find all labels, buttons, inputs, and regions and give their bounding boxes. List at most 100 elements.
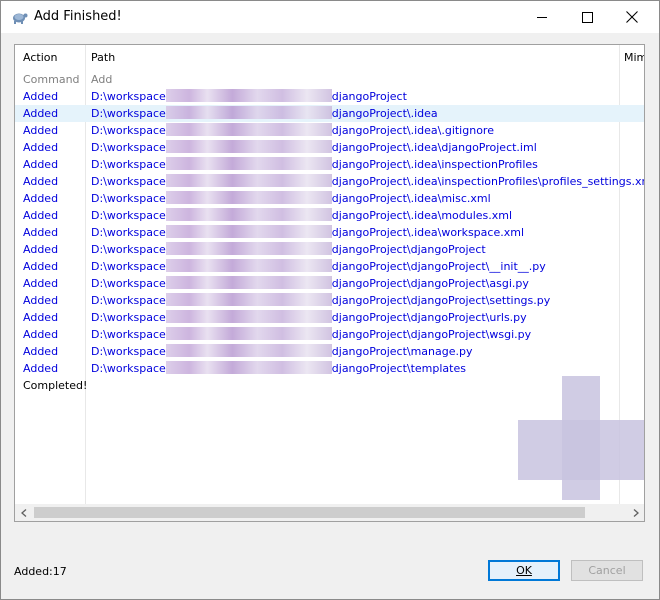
redacted-path-segment <box>165 191 332 204</box>
column-header-path[interactable]: Path <box>91 45 115 71</box>
path-cell: D:\workspace djangoProject\.idea\djangoPr… <box>91 140 537 155</box>
path-prefix: D:\workspace <box>91 243 166 256</box>
action-cell: Added <box>23 141 59 154</box>
list-row[interactable]: Added D:\workspace djangoProject\djangoPro… <box>15 326 644 343</box>
path-suffix: djangoProject\.idea\djangoProject.iml <box>331 141 537 154</box>
path-prefix: D:\workspace <box>91 107 166 120</box>
list-row[interactable]: Added D:\workspace djangoProject\.idea\.gi… <box>15 122 644 139</box>
path-suffix: djangoProject <box>331 90 407 103</box>
path-cell: D:\workspace djangoProject\djangoProject <box>91 242 486 257</box>
list-row[interactable]: Added D:\workspace djangoProject\.idea\wor… <box>15 224 644 241</box>
list-row[interactable]: Added D:\workspace djangoProject\djangoPro… <box>15 309 644 326</box>
action-cell: Added <box>23 277 59 290</box>
redacted-path-segment <box>165 89 332 102</box>
cancel-button[interactable]: Cancel <box>571 560 643 581</box>
list-row[interactable]: Added D:\workspace djangoProject\.idea\dja… <box>15 139 644 156</box>
path-prefix: Add <box>91 73 113 86</box>
action-cell: Added <box>23 209 59 222</box>
list-row[interactable]: Added D:\workspace djangoProject\.idea\ins… <box>15 173 644 190</box>
redacted-path-segment <box>165 157 332 170</box>
list-row[interactable]: Added D:\workspace djangoProject <box>15 88 644 105</box>
path-prefix: D:\workspace <box>91 158 166 171</box>
redacted-path-segment <box>165 174 332 187</box>
path-cell: D:\workspace djangoProject\djangoProject\… <box>91 327 531 342</box>
ok-button[interactable]: OK <box>488 560 560 581</box>
redacted-path-segment <box>165 310 332 323</box>
action-cell: Added <box>23 192 59 205</box>
path-cell: D:\workspace djangoProject\.idea\inspecti… <box>91 157 538 172</box>
column-header-mime[interactable]: Mime <box>624 45 644 71</box>
action-cell: Added <box>23 311 59 324</box>
list-row[interactable]: Added D:\workspace djangoProject\.idea\mod… <box>15 207 644 224</box>
action-cell: Command <box>23 73 80 86</box>
path-prefix: D:\workspace <box>91 277 166 290</box>
action-cell: Added <box>23 243 59 256</box>
path-suffix: djangoProject\.idea\inspectionProfiles <box>331 158 538 171</box>
maximize-button[interactable] <box>564 1 610 33</box>
minimize-button[interactable] <box>519 1 565 33</box>
close-button[interactable] <box>609 1 655 33</box>
list-row[interactable]: Added D:\workspace djangoProject\manage.py <box>15 343 644 360</box>
redacted-path-segment <box>165 344 332 357</box>
path-cell: D:\workspace djangoProject\.idea\misc.xml <box>91 191 491 206</box>
path-suffix: djangoProject\.idea\inspectionProfiles\p… <box>331 175 645 188</box>
path-cell: D:\workspace djangoProject\.idea <box>91 106 438 121</box>
path-suffix: djangoProject\.idea\workspace.xml <box>331 226 525 239</box>
list-row[interactable]: Added D:\workspace djangoProject\djangoPro… <box>15 258 644 275</box>
path-suffix: djangoProject\djangoProject\__init__.py <box>331 260 546 273</box>
path-suffix: djangoProject\djangoProject\settings.py <box>331 294 551 307</box>
path-suffix: djangoProject\manage.py <box>331 345 473 358</box>
list-row[interactable]: Added D:\workspace djangoProject\.idea <box>15 105 644 122</box>
list-row[interactable]: Added D:\workspace djangoProject\djangoPro… <box>15 292 644 309</box>
path-suffix: djangoProject\djangoProject\urls.py <box>331 311 527 324</box>
list-row[interactable]: Completed! <box>15 377 644 394</box>
path-prefix: D:\workspace <box>91 209 166 222</box>
action-cell: Added <box>23 345 59 358</box>
list-row[interactable]: Added D:\workspace djangoProject\.idea\ins… <box>15 156 644 173</box>
tortoise-app-icon <box>11 9 29 25</box>
redacted-path-segment <box>165 242 332 255</box>
path-suffix: djangoProject\.idea\misc.xml <box>331 192 491 205</box>
path-suffix: djangoProject\djangoProject\asgi.py <box>331 277 529 290</box>
add-finished-dialog: Add Finished! Action Path Mime Command Ad… <box>0 0 660 600</box>
path-cell: D:\workspace djangoProject\djangoProject\… <box>91 293 550 308</box>
path-cell: D:\workspace djangoProject\.idea\inspecti… <box>91 174 645 189</box>
path-suffix: djangoProject\djangoProject\wsgi.py <box>331 328 532 341</box>
chevron-left-icon <box>20 508 26 517</box>
path-cell: Add <box>91 72 112 87</box>
list-row[interactable]: Added D:\workspace djangoProject\djangoPro… <box>15 241 644 258</box>
path-prefix: D:\workspace <box>91 90 166 103</box>
horizontal-scrollbar[interactable] <box>15 504 644 521</box>
column-header-action[interactable]: Action <box>23 45 57 71</box>
redacted-path-segment <box>165 106 332 119</box>
action-cell: Added <box>23 90 59 103</box>
path-suffix: djangoProject\djangoProject <box>331 243 486 256</box>
added-overlay-icon <box>562 376 600 500</box>
action-cell: Added <box>23 107 59 120</box>
path-cell: D:\workspace djangoProject\.idea\workspac… <box>91 225 524 240</box>
redacted-path-segment <box>165 276 332 289</box>
close-icon <box>626 11 638 23</box>
path-prefix: D:\workspace <box>91 260 166 273</box>
redacted-path-segment <box>165 259 332 272</box>
results-list[interactable]: Action Path Mime Command Add Added D:\works… <box>14 44 645 522</box>
action-cell: Added <box>23 226 59 239</box>
cancel-button-label: Cancel <box>588 564 626 577</box>
redacted-path-segment <box>165 208 332 221</box>
action-cell: Added <box>23 175 59 188</box>
scroll-right-button[interactable] <box>627 504 644 521</box>
path-suffix: djangoProject\templates <box>331 362 466 375</box>
action-cell: Added <box>23 328 59 341</box>
title-bar[interactable]: Add Finished! <box>1 1 659 33</box>
action-cell: Added <box>23 158 59 171</box>
list-row[interactable]: Added D:\workspace djangoProject\templates <box>15 360 644 377</box>
list-row[interactable]: Added D:\workspace djangoProject\.idea\mis… <box>15 190 644 207</box>
list-row[interactable]: Command Add <box>15 71 644 88</box>
path-prefix: D:\workspace <box>91 192 166 205</box>
scrollbar-thumb[interactable] <box>34 507 585 518</box>
action-cell: Completed! <box>23 379 88 392</box>
path-prefix: D:\workspace <box>91 175 166 188</box>
scroll-left-button[interactable] <box>15 504 32 521</box>
list-row[interactable]: Added D:\workspace djangoProject\djangoPro… <box>15 275 644 292</box>
chevron-right-icon <box>633 508 639 517</box>
